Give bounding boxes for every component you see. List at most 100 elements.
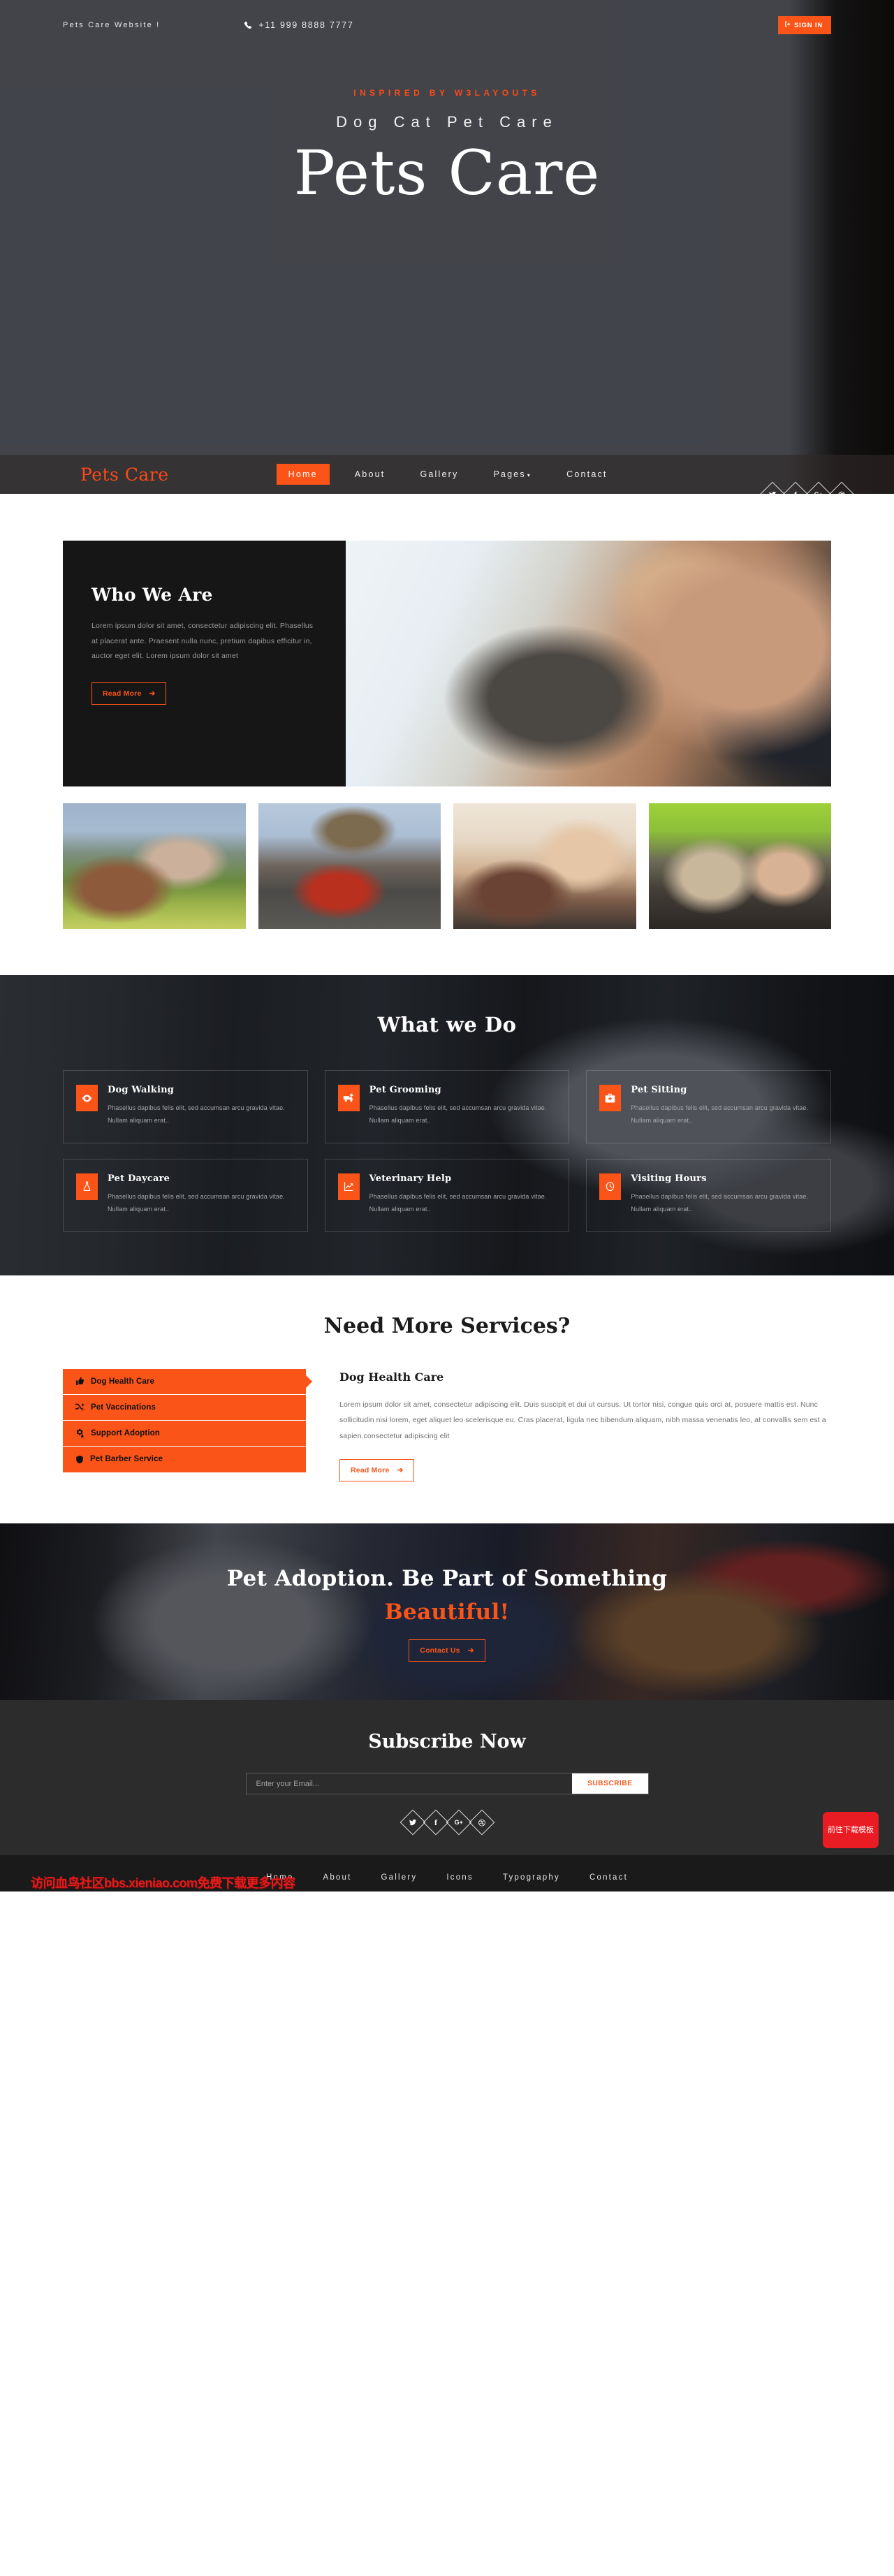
gallery-item[interactable] [63, 803, 246, 929]
service-title: Pet Daycare [108, 1173, 170, 1184]
nav-label: Pages [493, 469, 526, 479]
nav-item-home[interactable]: Home [276, 464, 330, 485]
services-title: What we Do [377, 1013, 517, 1037]
footer-link-icons[interactable]: Icons [446, 1873, 474, 1882]
shuffle-icon [75, 1403, 85, 1412]
nav-label: Gallery [420, 469, 459, 479]
arrow-right-icon: ➔ [467, 1646, 474, 1655]
tab-pet-vaccinations[interactable]: Pet Vaccinations [63, 1394, 306, 1421]
arrow-right-icon: ➔ [149, 689, 156, 698]
site-logo[interactable]: Pets Care [80, 464, 169, 485]
adoption-heading: Pet Adoption. Be Part of Something Beaut… [227, 1562, 667, 1629]
subscribe-social-links: f G+ [0, 1810, 894, 1836]
footer: 前往下载模板 访问血鸟社区bbs.xieniao.com免费下载更多内容 Hom… [0, 1812, 894, 1892]
service-card[interactable]: Pet Grooming Phasellus dapibus felis eli… [324, 1070, 570, 1143]
google-plus-icon[interactable]: G+ [446, 1810, 471, 1836]
gallery-item[interactable] [453, 803, 636, 929]
nav-menu: Home About Gallery Pages ▾ Contact [276, 464, 633, 485]
dribbble-icon[interactable] [828, 481, 855, 494]
facebook-icon[interactable]: f [782, 481, 809, 494]
service-text: Phasellus dapibus felis elit, sed accums… [631, 1104, 809, 1125]
gallery-item[interactable] [648, 803, 831, 929]
service-title: Veterinary Help [369, 1173, 452, 1184]
service-card[interactable]: Veterinary Help Phasellus dapibus felis … [324, 1158, 570, 1232]
footer-link-contact[interactable]: Contact [589, 1873, 628, 1882]
nav-item-about[interactable]: About [345, 464, 395, 484]
tab-dog-health-care[interactable]: Dog Health Care [63, 1368, 306, 1395]
top-bar: Pets Care Website ! +11 999 8888 7777 SI… [0, 0, 894, 41]
services-tab-list: Dog Health Care Pet Vaccinations Support… [63, 1368, 306, 1482]
email-input[interactable] [246, 1773, 573, 1794]
about-body: Lorem ipsum dolor sit amet, consectetur … [91, 622, 314, 661]
nav-item-pages[interactable]: Pages ▾ [483, 464, 541, 484]
nav-social-links: f G+ [759, 481, 855, 494]
hero-kicker: INSPIRED BY W3LAYOUTS [353, 88, 541, 98]
service-title: Pet Sitting [631, 1085, 687, 1095]
about-read-more-label: Read More [103, 689, 142, 698]
medkit-icon [599, 1085, 622, 1111]
more-services-title: Need More Services? [323, 1313, 571, 1338]
service-text: Phasellus dapibus felis elit, sed accums… [108, 1104, 285, 1125]
tab-label: Pet Barber Service [90, 1455, 163, 1464]
footer-link-gallery[interactable]: Gallery [381, 1873, 418, 1882]
hero-subtitle: Dog Cat Pet Care [336, 113, 558, 131]
sign-in-button[interactable]: SIGN IN [778, 16, 831, 34]
phone-number-text: +11 999 8888 7777 [258, 20, 354, 30]
services-tab-panel: Dog Health Care Lorem ipsum dolor sit am… [306, 1369, 831, 1482]
tab-label: Pet Vaccinations [91, 1403, 156, 1412]
service-title: Dog Walking [108, 1085, 175, 1095]
dribbble-icon[interactable] [469, 1810, 494, 1836]
service-text: Phasellus dapibus felis elit, sed accums… [369, 1192, 547, 1213]
subscribe-section: Subscribe Now SUBSCRIBE f G+ [0, 1700, 894, 1856]
subscribe-button[interactable]: SUBSCRIBE [572, 1773, 648, 1794]
gallery-item[interactable] [258, 803, 441, 929]
contact-us-button[interactable]: Contact Us ➔ [409, 1639, 485, 1662]
site-tagline: Pets Care Website ! [63, 21, 161, 29]
gallery-strip [63, 803, 831, 929]
sign-in-icon [784, 21, 791, 29]
service-card[interactable]: Dog Walking Phasellus dapibus felis elit… [63, 1070, 308, 1143]
service-card[interactable]: Pet Sitting Phasellus dapibus felis elit… [586, 1070, 831, 1143]
watermark-text: 访问血鸟社区bbs.xieniao.com免费下载更多内容 [31, 1876, 295, 1891]
service-title: Visiting Hours [631, 1173, 707, 1184]
service-card[interactable]: Pet Daycare Phasellus dapibus felis elit… [63, 1158, 308, 1232]
about-read-more-button[interactable]: Read More ➔ [91, 682, 167, 705]
tab-support-adoption[interactable]: Support Adoption [63, 1420, 306, 1447]
tab-label: Support Adoption [91, 1428, 160, 1437]
tab-label: Dog Health Care [91, 1377, 154, 1386]
service-card[interactable]: Visiting Hours Phasellus dapibus felis e… [586, 1158, 831, 1232]
footer-link-about[interactable]: About [323, 1873, 351, 1882]
service-title: Pet Grooming [369, 1085, 441, 1095]
pane-heading: Dog Health Care [339, 1370, 444, 1384]
nav-label: Home [288, 469, 318, 479]
about-section: Who We Are Lorem ipsum dolor sit amet, c… [63, 494, 831, 786]
service-text: Phasellus dapibus felis elit, sed accums… [108, 1192, 285, 1213]
adoption-line-2: Beautiful! [384, 1600, 510, 1625]
chevron-down-icon: ▾ [527, 472, 532, 478]
eye-icon [76, 1085, 98, 1111]
more-services-section: Need More Services? Dog Health Care Pet … [63, 1275, 831, 1524]
nav-label: Contact [566, 469, 608, 479]
nav-item-gallery[interactable]: Gallery [410, 464, 468, 484]
tab-pet-barber-service[interactable]: Pet Barber Service [63, 1446, 306, 1472]
nav-item-contact[interactable]: Contact [557, 464, 617, 484]
twitter-icon[interactable] [759, 481, 786, 494]
contact-us-label: Contact Us [420, 1646, 460, 1655]
download-template-button[interactable]: 前往下载模板 [823, 1812, 879, 1849]
facebook-icon[interactable]: f [423, 1810, 448, 1836]
google-plus-icon[interactable]: G+ [805, 481, 832, 494]
footer-link-typography[interactable]: Typography [503, 1873, 560, 1882]
cogs-icon [75, 1428, 85, 1438]
services-section: What we Do Dog Walking Phasellus dapibus… [0, 975, 894, 1275]
chart-line-icon [337, 1173, 360, 1200]
pane-read-more-label: Read More [351, 1466, 390, 1475]
subscribe-form: SUBSCRIBE [245, 1773, 649, 1795]
services-grid: Dog Walking Phasellus dapibus felis elit… [63, 1070, 831, 1232]
pane-read-more-button[interactable]: Read More ➔ [339, 1459, 415, 1482]
adoption-line-1: Pet Adoption. Be Part of Something [226, 1566, 668, 1592]
service-text: Phasellus dapibus felis elit, sed accums… [369, 1104, 547, 1125]
about-text-panel: Who We Are Lorem ipsum dolor sit amet, c… [63, 541, 346, 786]
nav-label: About [354, 469, 386, 479]
hero-content: INSPIRED BY W3LAYOUTS Dog Cat Pet Care P… [0, 41, 894, 204]
twitter-icon[interactable] [400, 1810, 425, 1836]
